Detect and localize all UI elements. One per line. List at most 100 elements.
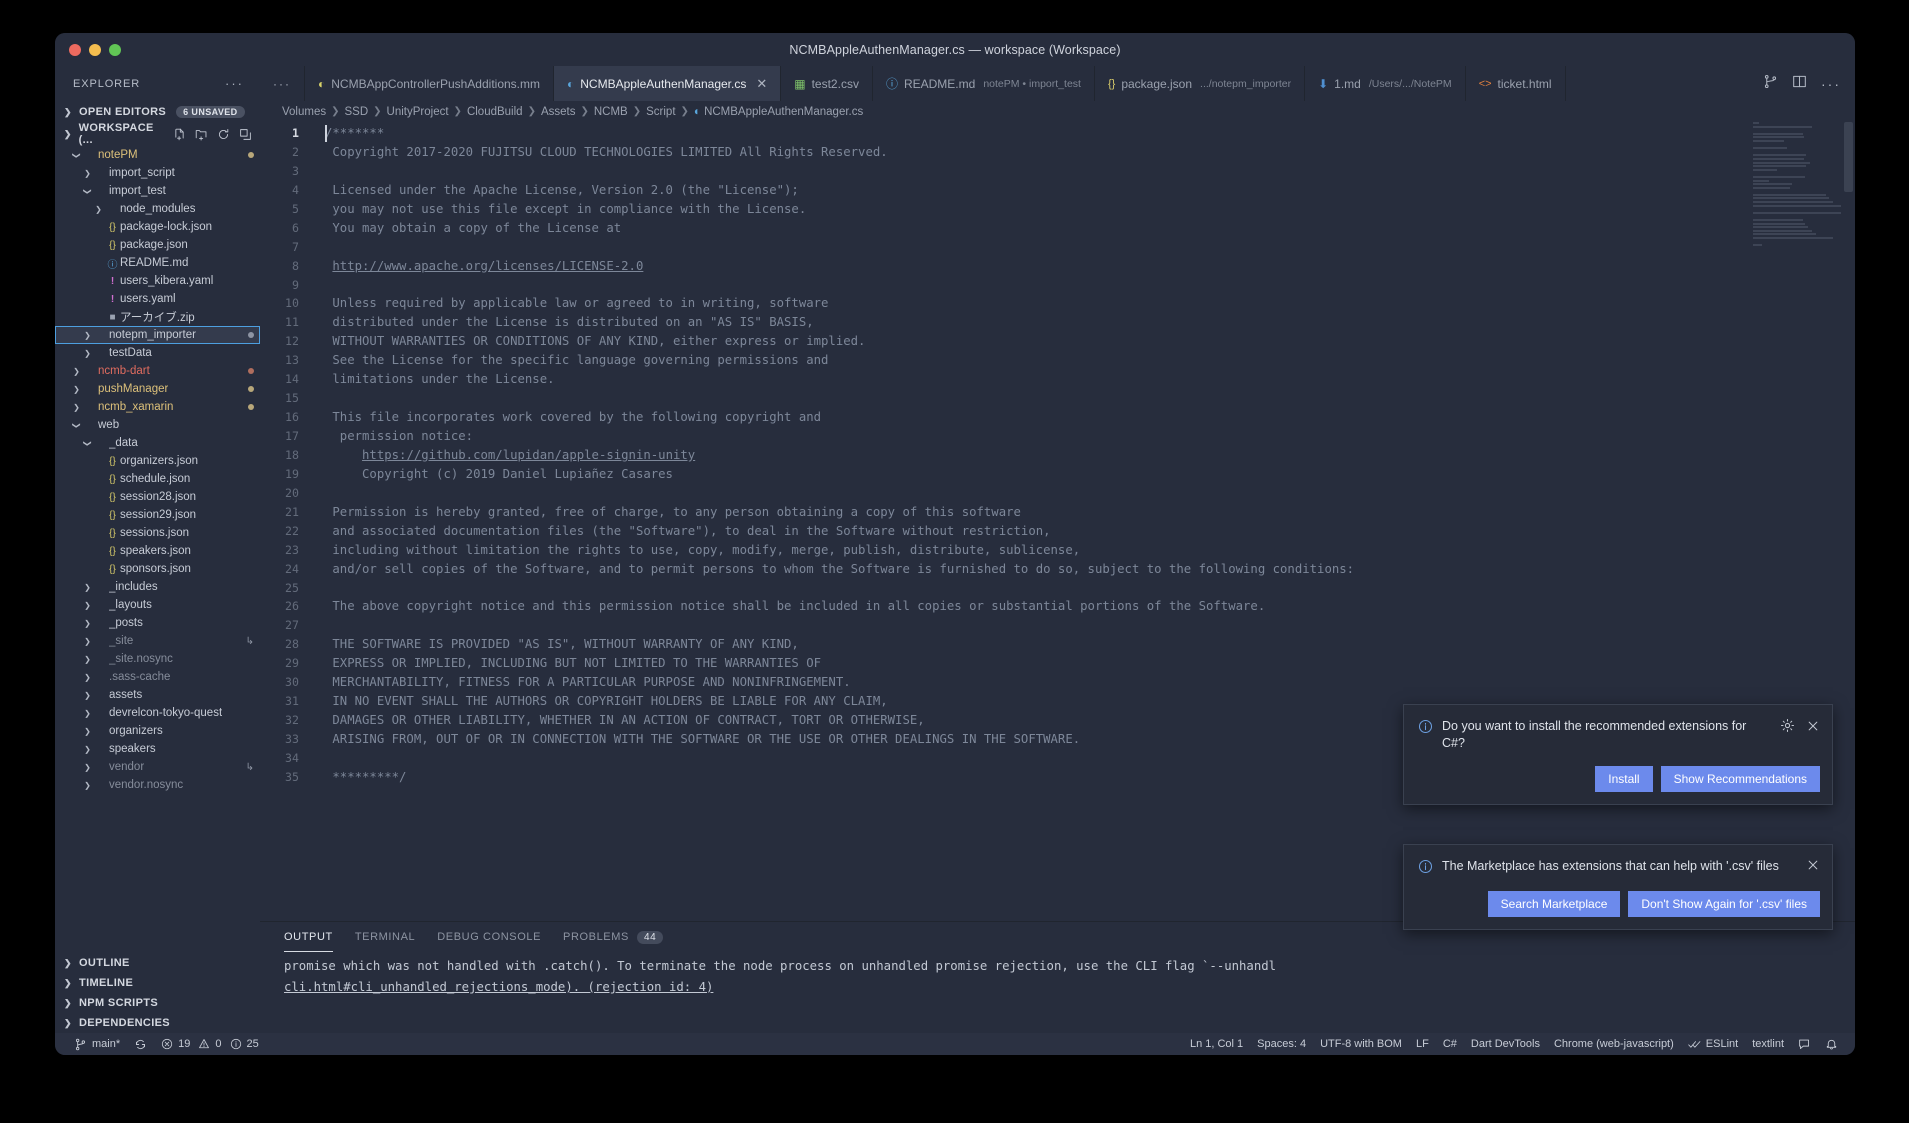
tree-item[interactable]: ! users_kibera.yaml — [55, 272, 260, 290]
tree-item[interactable]: {} organizers.json — [55, 452, 260, 470]
sidebar-section-npm-scripts[interactable]: ❯ NPM SCRIPTS — [55, 993, 260, 1013]
tree-item[interactable]: ❯ _includes — [55, 578, 260, 596]
gear-icon[interactable] — [1780, 718, 1795, 736]
tree-item[interactable]: ❯ organizers — [55, 722, 260, 740]
tree-item[interactable]: {} session29.json — [55, 506, 260, 524]
tree-item[interactable]: ❯ ncmb-dart — [55, 362, 260, 380]
panel-tab[interactable]: DEBUG CONSOLE — [437, 922, 541, 952]
chevron-right-icon[interactable]: ❯ — [81, 781, 94, 790]
tree-item[interactable]: ❯ node_modules — [55, 200, 260, 218]
panel-tab[interactable]: TERMINAL — [355, 922, 415, 952]
chevron-down-icon[interactable]: ❯ — [72, 419, 81, 432]
search-marketplace-button[interactable]: Search Marketplace — [1487, 891, 1621, 917]
editor-tabs[interactable]: ··· ◐ NCMBAppControllerPushAdditions.mm ◐ N… — [260, 66, 1855, 101]
code-line[interactable]: 28 THE SOFTWARE IS PROVIDED "AS IS", WIT… — [260, 635, 1855, 654]
status-eol[interactable]: LF — [1409, 1038, 1436, 1050]
tree-item[interactable]: {} speakers.json — [55, 542, 260, 560]
code-line[interactable]: 14 limitations under the License. — [260, 370, 1855, 389]
code-link[interactable]: http://www.apache.org/licenses/LICENSE-2… — [332, 259, 643, 273]
tree-item[interactable]: ❯ import_script — [55, 164, 260, 182]
status-problems[interactable]: 19 0 25 — [154, 1038, 266, 1050]
tree-item[interactable]: ❯ devrelcon-tokyo-quest — [55, 704, 260, 722]
status-branch[interactable]: main* — [67, 1038, 127, 1051]
more-editor-actions-icon[interactable]: ··· — [1821, 76, 1841, 92]
new-file-icon[interactable] — [173, 128, 186, 141]
status-language-mode[interactable]: C# — [1436, 1038, 1464, 1050]
chevron-right-icon[interactable]: ❯ — [81, 619, 94, 628]
tree-item[interactable]: ❯ vendor.nosync — [55, 776, 260, 794]
code-line[interactable]: 18 https://github.com/lupidan/apple-sign… — [260, 446, 1855, 465]
breadcrumb-item[interactable]: ◐ NCMBAppleAuthenManager.cs — [694, 106, 863, 118]
status-chrome-target[interactable]: Chrome (web-javascript) — [1547, 1038, 1681, 1050]
tree-item[interactable]: ⓘ README.md — [55, 254, 260, 272]
close-icon[interactable] — [1806, 719, 1820, 736]
code-line[interactable]: 23 including without limitation the righ… — [260, 541, 1855, 560]
chevron-down-icon[interactable]: ❯ — [72, 149, 81, 162]
tree-item[interactable]: ❯ speakers — [55, 740, 260, 758]
code-line[interactable]: 6 You may obtain a copy of the License a… — [260, 219, 1855, 238]
tree-item[interactable]: ❯ testData — [55, 344, 260, 362]
code-line[interactable]: 3 — [260, 162, 1855, 181]
new-folder-icon[interactable] — [195, 128, 208, 141]
tree-item[interactable]: ❯ ncmb_xamarin — [55, 398, 260, 416]
status-indentation[interactable]: Spaces: 4 — [1250, 1038, 1313, 1050]
refresh-icon[interactable] — [217, 128, 230, 141]
code-line[interactable]: 29 EXPRESS OR IMPLIED, INCLUDING BUT NOT… — [260, 654, 1855, 673]
notification-csv-marketplace[interactable]: The Marketplace has extensions that can … — [1403, 844, 1833, 930]
status-textlint[interactable]: textlint — [1745, 1038, 1791, 1050]
chevron-right-icon[interactable]: ❯ — [81, 673, 94, 682]
editor-tab[interactable]: {} package.json .../notepm_importer — [1094, 66, 1306, 101]
tab-overflow-indicator[interactable]: ··· — [260, 66, 305, 101]
tree-item[interactable]: ❯ _site.nosync — [55, 650, 260, 668]
code-link[interactable]: https://github.com/lupidan/apple-signin-… — [362, 448, 695, 462]
sidebar-section-timeline[interactable]: ❯ TIMELINE — [55, 973, 260, 993]
dont-show-again-button[interactable]: Don't Show Again for '.csv' files — [1628, 891, 1820, 917]
tree-item[interactable]: ❯ notepm_importer — [55, 326, 260, 344]
sidebar-section-outline[interactable]: ❯ OUTLINE — [55, 953, 260, 973]
status-sync[interactable] — [127, 1038, 154, 1051]
chevron-right-icon[interactable]: ❯ — [81, 655, 94, 664]
code-line[interactable]: 2 Copyright 2017-2020 FUJITSU CLOUD TECH… — [260, 143, 1855, 162]
code-line[interactable]: 4 Licensed under the Apache License, Ver… — [260, 181, 1855, 200]
tree-item[interactable]: ❯ _posts — [55, 614, 260, 632]
code-line[interactable]: 20 — [260, 484, 1855, 503]
status-notifications-icon[interactable] — [1818, 1038, 1845, 1051]
code-line[interactable]: 26 The above copyright notice and this p… — [260, 597, 1855, 616]
code-line[interactable]: 11 distributed under the License is dist… — [260, 313, 1855, 332]
tree-item[interactable]: ❯ notePM — [55, 146, 260, 164]
show-recommendations-button[interactable]: Show Recommendations — [1660, 766, 1820, 792]
sidebar-bottom-sections[interactable]: ❯ OUTLINE ❯ TIMELINE ❯ NPM SCRIPTS ❯ DEPENDENCI… — [55, 953, 260, 1033]
editor-tab[interactable]: ⬇ 1.md/Users/.../NotePM — [1305, 66, 1466, 101]
tree-item[interactable]: ❯ web — [55, 416, 260, 434]
status-dart-devtools[interactable]: Dart DevTools — [1464, 1038, 1547, 1050]
chevron-right-icon[interactable]: ❯ — [81, 709, 94, 718]
chevron-down-icon[interactable]: ❯ — [83, 185, 92, 198]
editor-scrollbar[interactable] — [1844, 122, 1853, 192]
output-line-2[interactable]: cli.html#cli_unhandled_rejections_mode).… — [284, 980, 713, 994]
chevron-right-icon[interactable]: ❯ — [81, 727, 94, 736]
code-line[interactable]: 9 — [260, 276, 1855, 295]
tree-item[interactable]: ❯ assets — [55, 686, 260, 704]
editor-tab[interactable]: ▦ test2.csv — [781, 66, 873, 101]
chevron-right-icon[interactable]: ❯ — [81, 349, 94, 358]
chevron-right-icon[interactable]: ❯ — [92, 205, 105, 214]
editor-tab[interactable]: ◐ NCMBAppleAuthenManager.cs ✕ — [554, 66, 782, 101]
editor-tab[interactable]: ◐ NCMBAppControllerPushAdditions.mm — [305, 66, 554, 101]
breadcrumb-item[interactable]: UnityProject — [387, 106, 449, 118]
editor-actions[interactable]: ··· — [1749, 66, 1855, 101]
chevron-right-icon[interactable]: ❯ — [81, 763, 94, 772]
chevron-right-icon[interactable]: ❯ — [81, 637, 94, 646]
editor-tab[interactable]: ⓘ README.md notePM • import_test — [872, 66, 1095, 101]
tree-item[interactable]: {} sessions.json — [55, 524, 260, 542]
notification-csharp-extensions[interactable]: Do you want to install the recommended e… — [1403, 704, 1833, 805]
code-line[interactable]: 22 and associated documentation files (t… — [260, 522, 1855, 541]
code-line[interactable]: 17 permission notice: — [260, 427, 1855, 446]
chevron-right-icon[interactable]: ❯ — [81, 583, 94, 592]
breadcrumb-item[interactable]: CloudBuild — [467, 106, 523, 118]
section-open-editors[interactable]: ❯ OPEN EDITORS 6 UNSAVED — [55, 101, 260, 123]
code-line[interactable]: 27 — [260, 616, 1855, 635]
chevron-down-icon[interactable]: ❯ — [83, 437, 92, 450]
tree-item[interactable]: ■ アーカイブ.zip — [55, 308, 260, 326]
tree-item[interactable]: ❯ _layouts — [55, 596, 260, 614]
status-encoding[interactable]: UTF-8 with BOM — [1313, 1038, 1409, 1050]
